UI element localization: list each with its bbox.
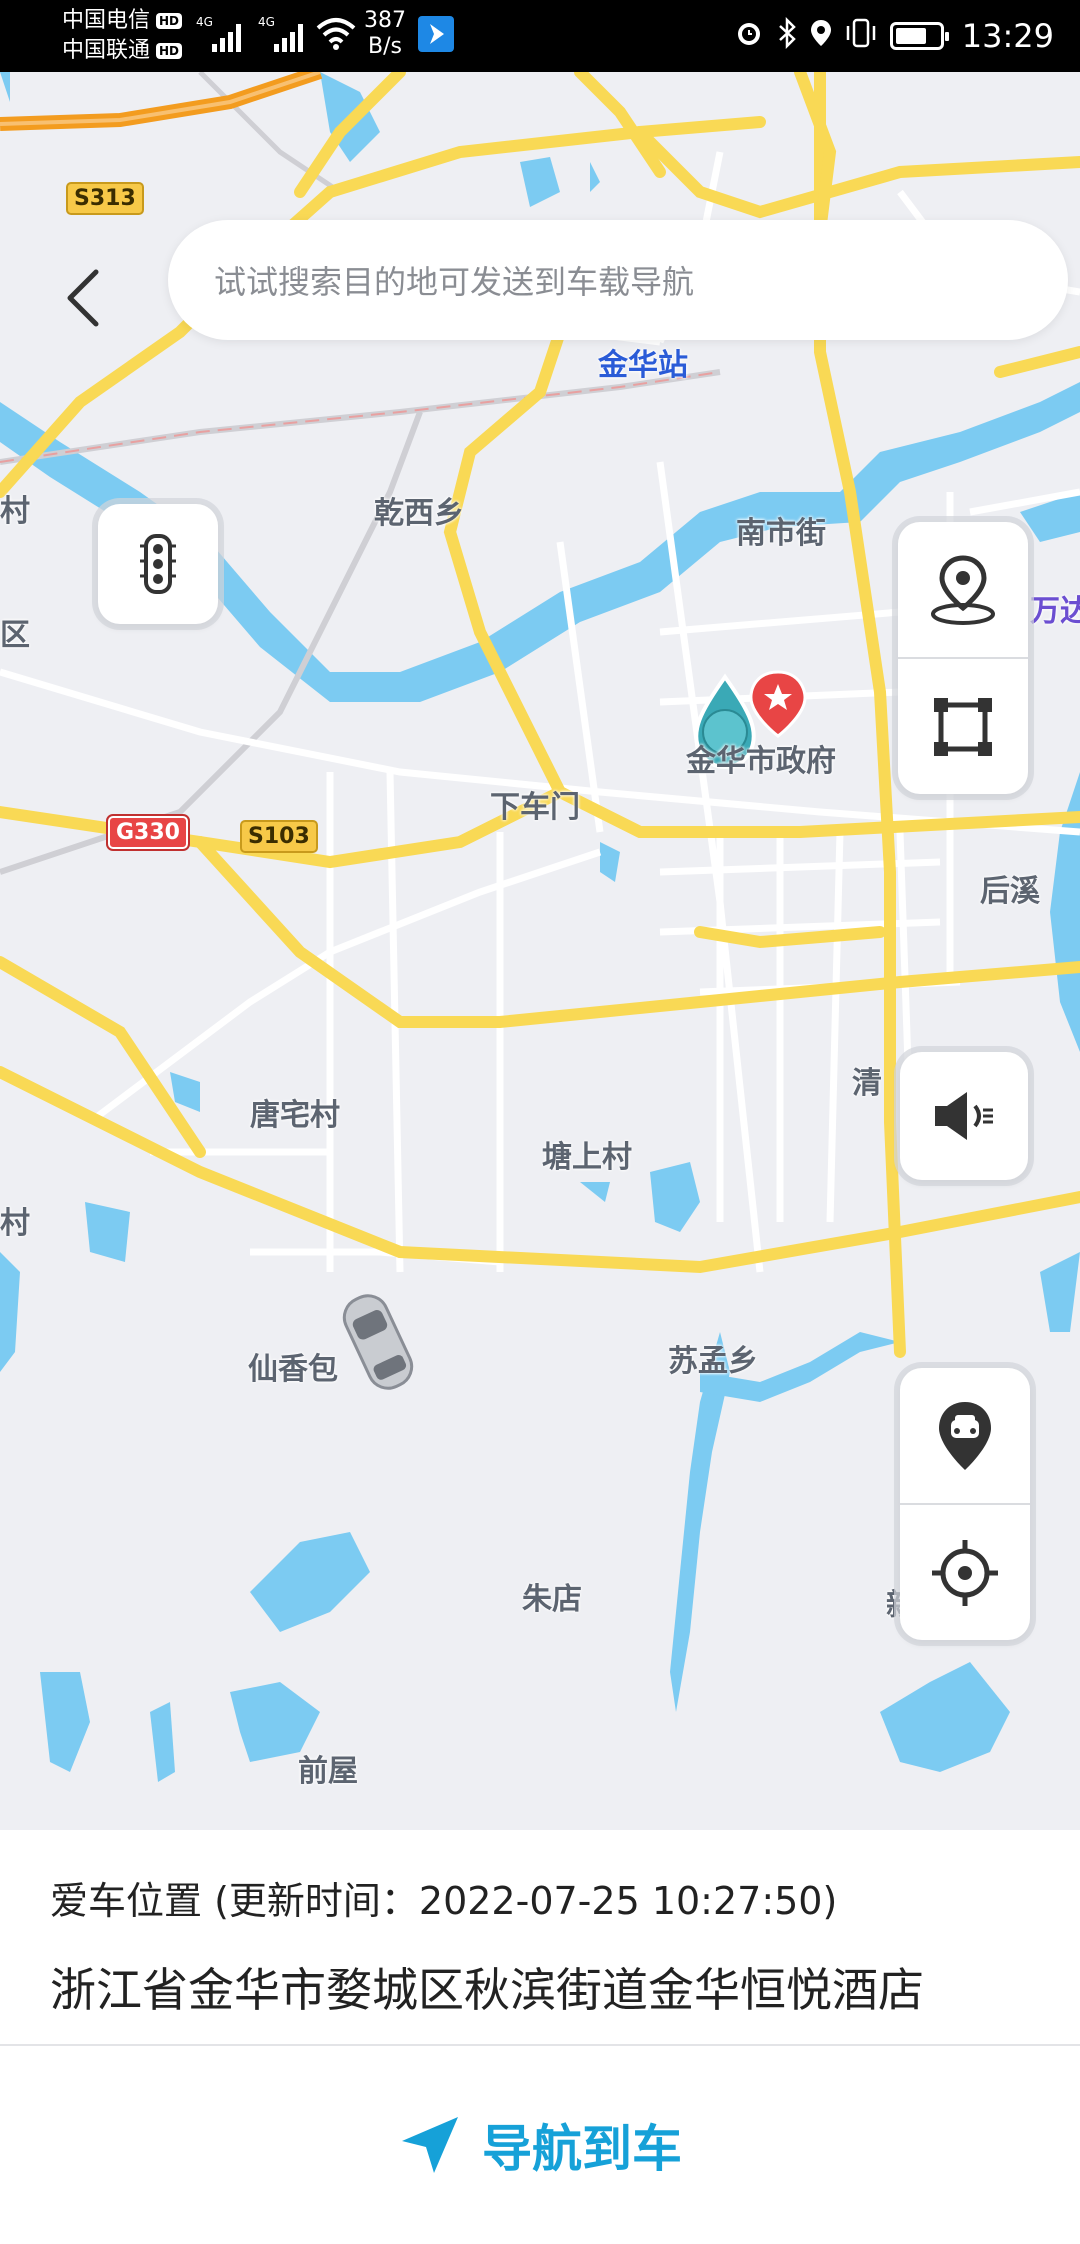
app-screen: 中国电信 HD 中国联通 HD 4G 4G 387 B/s 13:29 S313… [0, 0, 1080, 2244]
place-houxi[interactable]: 后溪 [980, 866, 1040, 910]
place-qianwu[interactable]: 前屋 [298, 1746, 358, 1790]
select-area-icon [934, 697, 992, 756]
vibrate-icon [844, 18, 878, 55]
my-location-button[interactable] [898, 522, 1028, 657]
crosshair-icon [932, 1539, 998, 1606]
traffic-button-cell[interactable] [98, 504, 218, 624]
search-bar[interactable]: 试试搜索目的地可发送到车载导航 [168, 220, 1068, 340]
signal-icon-1: 4G [196, 14, 252, 58]
search-placeholder[interactable]: 试试搜索目的地可发送到车载导航 [214, 257, 694, 303]
traffic-button[interactable] [98, 504, 218, 624]
road-shield-s313: S313 [66, 182, 144, 215]
place-xianxiangbao[interactable]: 仙香包 [248, 1344, 338, 1388]
alarm-icon [734, 18, 764, 55]
carrier-row-2: 中国联通 HD [62, 36, 183, 66]
location-pin-icon [931, 554, 995, 625]
gov-marker [749, 670, 807, 738]
place-tangshang[interactable]: 塘上村 [542, 1132, 632, 1176]
locate-me-button[interactable] [900, 1503, 1030, 1640]
speed-unit: B/s [368, 34, 402, 59]
place-wanda[interactable]: 万达 [1030, 586, 1080, 630]
map-view[interactable]: S313 G330 S103 金华站 乾西乡 南市街 金华市政府 下车门 后溪 … [0, 72, 1080, 1830]
status-right: 13:29 [734, 0, 1054, 72]
place-left-village[interactable]: 村 [0, 486, 30, 530]
status-bar: 中国电信 HD 中国联通 HD 4G 4G 387 B/s 13:29 [0, 0, 1080, 72]
map-tools-group [898, 522, 1028, 794]
status-time: 13:29 [961, 17, 1054, 55]
navigate-to-car-button[interactable]: 导航到车 [0, 2046, 1080, 2244]
network-type-1: 4G [196, 15, 213, 29]
app-notification-icon [418, 16, 454, 52]
chevron-left-icon [67, 269, 99, 327]
car-marker [342, 1294, 414, 1390]
fit-view-button[interactable] [898, 657, 1028, 794]
car-pin-icon [939, 1401, 991, 1470]
navigate-to-car-label[interactable]: 导航到车 [482, 2109, 682, 2181]
hd-badge-1: HD [156, 13, 183, 29]
car-location-title: 爱车位置 (更新时间：2022-07-25 10:27:50) [50, 1879, 838, 1923]
network-speed: 387 B/s [364, 8, 406, 60]
voice-button-cell[interactable] [900, 1052, 1028, 1180]
wifi-icon [316, 16, 356, 54]
place-left-village-2[interactable]: 村 [0, 1198, 30, 1242]
place-qing[interactable]: 清 [852, 1058, 882, 1102]
car-address: 浙江省金华市婺城区秋滨街道金华恒悦酒店 [50, 1963, 924, 2017]
navigation-arrow-icon [402, 2117, 458, 2173]
carrier-row-1: 中国电信 HD [62, 6, 183, 36]
road-shield-s103: S103 [240, 820, 318, 853]
hd-badge-2: HD [156, 43, 183, 59]
network-type-2: 4G [258, 15, 275, 29]
traffic-light-icon [140, 534, 176, 594]
car-location-button[interactable] [900, 1368, 1030, 1503]
place-city-gov[interactable]: 金华市政府 [686, 736, 836, 780]
car-info-panel: 爱车位置 (更新时间：2022-07-25 10:27:50) 浙江省金华市婺城… [0, 1830, 1080, 2244]
place-tangzhai[interactable]: 唐宅村 [250, 1090, 340, 1134]
carrier-info: 中国电信 HD 中国联通 HD [62, 6, 183, 66]
place-left-district[interactable]: 区 [0, 610, 30, 654]
voice-button[interactable] [900, 1052, 1028, 1180]
place-xiachemen[interactable]: 下车门 [490, 782, 580, 826]
place-sumeng[interactable]: 苏孟乡 [668, 1336, 758, 1380]
place-jinhua-station[interactable]: 金华站 [598, 340, 688, 384]
place-qianxi[interactable]: 乾西乡 [374, 488, 464, 532]
bluetooth-icon [776, 16, 798, 56]
car-tools-group [900, 1368, 1030, 1640]
speaker-icon [935, 1092, 993, 1140]
carrier-name-1: 中国电信 [62, 8, 151, 33]
signal-icon-2: 4G [258, 14, 314, 58]
carrier-name-2: 中国联通 [62, 38, 151, 63]
place-zhudian[interactable]: 朱店 [522, 1574, 582, 1618]
speed-value: 387 [364, 8, 406, 33]
place-nanshi-street[interactable]: 南市街 [736, 508, 826, 552]
road-shield-g330: G330 [106, 814, 190, 851]
battery-icon [889, 22, 949, 50]
location-status-icon [810, 18, 832, 55]
back-button[interactable] [50, 242, 120, 352]
